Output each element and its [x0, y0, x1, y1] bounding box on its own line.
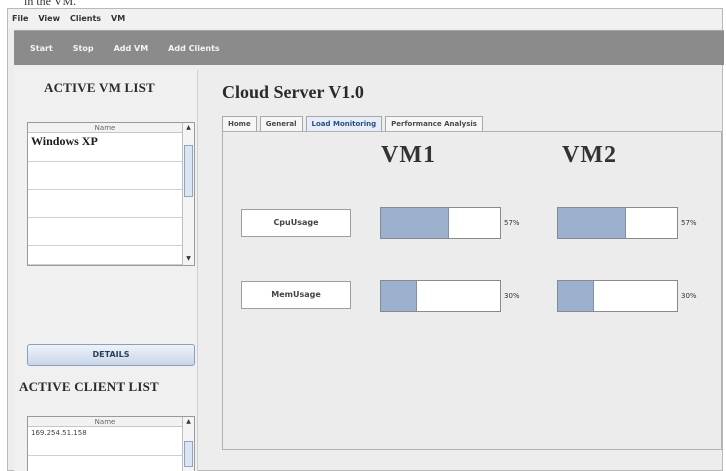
menubar: File View Clients VM — [8, 9, 722, 28]
tab-performance-analysis[interactable]: Performance Analysis — [385, 116, 483, 131]
client-list-row-label: 169.254.51.158 — [31, 429, 87, 437]
vm1-cpu-progress-bar — [380, 207, 501, 239]
client-list-row[interactable]: 169.254.51.158 — [28, 428, 182, 456]
tab-load-monitoring[interactable]: Load Monitoring — [305, 116, 383, 131]
tab-home[interactable]: Home — [222, 116, 257, 131]
caption-strip: in the VM. — [0, 0, 726, 8]
menu-view[interactable]: View — [38, 14, 60, 23]
vm-list: Name Windows XP ▲ ▼ — [27, 122, 195, 266]
active-vm-list-title: ACTIVE VM LIST — [44, 80, 155, 95]
vm1-mem-progress-fill — [381, 281, 417, 311]
vm-list-row-label: Windows XP — [31, 134, 98, 148]
mem-usage-label: MemUsage — [241, 281, 351, 309]
menu-vm[interactable]: VM — [111, 14, 125, 23]
vm2-mem-progress-bar — [557, 280, 678, 312]
vm-list-row-label — [28, 246, 31, 260]
vm-list-scrollbar[interactable]: ▲ ▼ — [182, 123, 194, 265]
app-window: File View Clients VM Start Stop Add VM A… — [7, 8, 724, 471]
vm-list-row[interactable] — [28, 190, 182, 218]
vm1-heading: VM1 — [381, 142, 436, 168]
cpu-usage-label: CpuUsage — [241, 209, 351, 237]
client-list-header[interactable]: Name — [28, 417, 182, 427]
vm2-cpu-progress-bar — [557, 207, 678, 239]
vm1-cpu-progress-fill — [381, 208, 449, 238]
vm2-mem-value: 30% — [681, 292, 697, 300]
active-client-list-title: ACTIVE CLIENT LIST — [19, 379, 159, 394]
menu-clients[interactable]: Clients — [70, 14, 101, 23]
toolbar: Start Stop Add VM Add Clients — [14, 30, 724, 65]
tab-bar: Home General Load Monitoring Performance… — [222, 116, 486, 131]
vm2-heading: VM2 — [562, 142, 617, 168]
client-list-scroll-thumb[interactable] — [184, 441, 193, 467]
stop-button[interactable]: Stop — [73, 44, 94, 53]
client-list-row[interactable] — [28, 456, 182, 471]
page-title: Cloud Server V1.0 — [222, 82, 364, 102]
main-panel: Cloud Server V1.0 Home General Load Moni… — [210, 74, 724, 471]
vm2-cpu-value: 57% — [681, 219, 697, 227]
add-clients-button[interactable]: Add Clients — [168, 44, 220, 53]
details-button[interactable]: DETAILS — [27, 344, 195, 366]
vm-list-header[interactable]: Name — [28, 123, 182, 133]
scroll-down-icon[interactable]: ▼ — [183, 254, 194, 264]
add-vm-button[interactable]: Add VM — [114, 44, 149, 53]
vm-list-row[interactable] — [28, 162, 182, 190]
scroll-up-icon[interactable]: ▲ — [183, 417, 194, 427]
vm1-mem-progress-bar — [380, 280, 501, 312]
vm-list-row-label — [28, 218, 31, 232]
start-button[interactable]: Start — [30, 44, 53, 53]
load-monitoring-panel: VM1 VM2 CpuUsage 57% 57% MemUsage 30% 30… — [222, 131, 722, 450]
vm-list-row-label — [28, 190, 31, 204]
vm2-cpu-progress-fill — [558, 208, 626, 238]
client-list-scrollbar[interactable]: ▲ — [182, 417, 194, 471]
vm-list-row-label — [28, 162, 31, 176]
vm-list-scroll-thumb[interactable] — [184, 145, 193, 197]
menu-file[interactable]: File — [12, 14, 28, 23]
client-list: Name 169.254.51.158 ▲ — [27, 416, 195, 471]
vm-list-row[interactable]: Windows XP — [28, 134, 182, 162]
tab-general[interactable]: General — [259, 116, 303, 131]
vm1-mem-value: 30% — [504, 292, 520, 300]
scroll-up-icon[interactable]: ▲ — [183, 123, 194, 133]
vm-list-row[interactable] — [28, 246, 182, 265]
client-list-row-label — [28, 457, 31, 465]
left-panel: ACTIVE VM LIST Name Windows XP ▲ ▼ DETAI… — [14, 70, 198, 471]
vm2-mem-progress-fill — [558, 281, 594, 311]
vm1-cpu-value: 57% — [504, 219, 520, 227]
vm-list-row[interactable] — [28, 218, 182, 246]
